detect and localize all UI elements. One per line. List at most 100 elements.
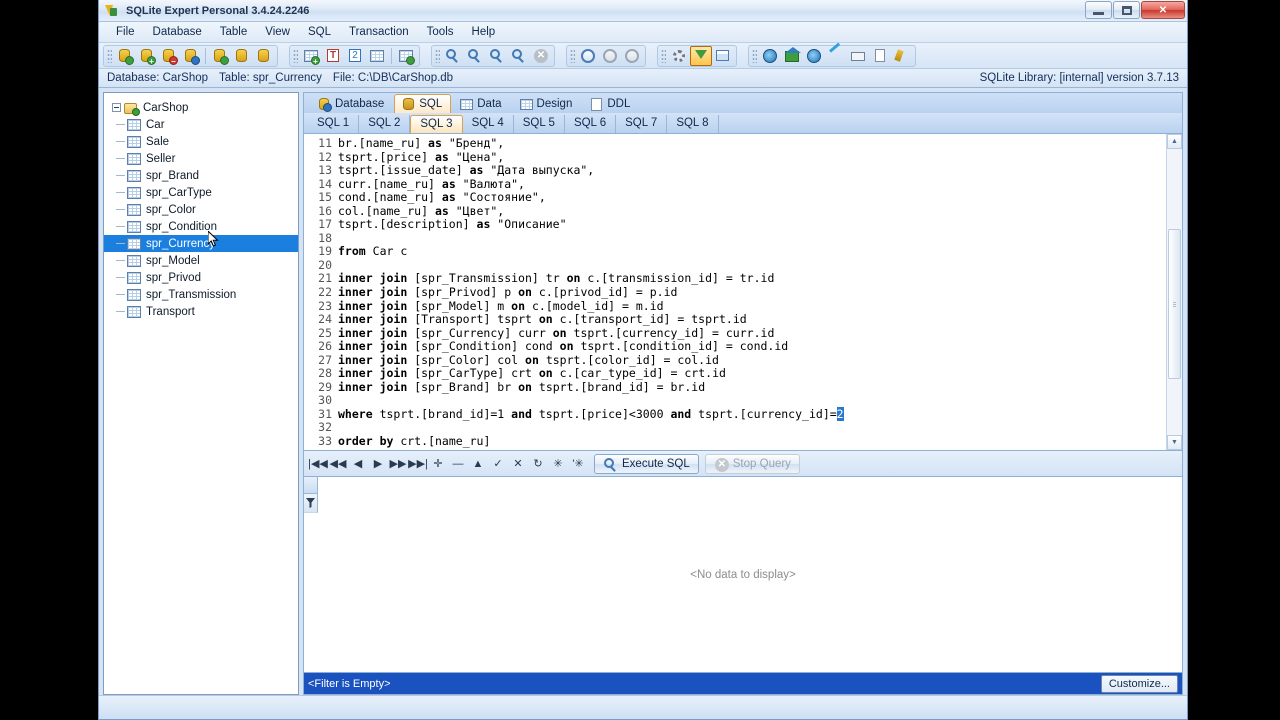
- sub-tab-sql-3[interactable]: SQL 3: [410, 115, 463, 133]
- theme-button[interactable]: [891, 46, 913, 66]
- new-trigger-button[interactable]: T: [322, 46, 344, 66]
- restore-database-button[interactable]: [253, 46, 275, 66]
- import-data-button[interactable]: [395, 46, 417, 66]
- results-column-header[interactable]: [304, 477, 318, 494]
- menu-database[interactable]: Database: [144, 24, 211, 40]
- tree-node-spr_condition[interactable]: spr_Condition: [104, 218, 298, 235]
- code-line[interactable]: 19 from Car c: [304, 245, 1166, 259]
- post-edit-button[interactable]: ✓: [488, 454, 508, 474]
- sql-editor[interactable]: 11 br.[name_ru] as "Бренд", 12 tsprt.[price…: [303, 133, 1183, 451]
- refresh-button[interactable]: ↻: [528, 454, 548, 474]
- edit-record-button[interactable]: ▲: [468, 454, 488, 474]
- menu-file[interactable]: File: [107, 24, 144, 40]
- sub-tab-sql-7[interactable]: SQL 7: [616, 115, 668, 133]
- code-line[interactable]: 32: [304, 421, 1166, 435]
- backup-database-button[interactable]: [231, 46, 253, 66]
- insert-record-button[interactable]: ✛: [428, 454, 448, 474]
- close-button[interactable]: ✕: [1141, 1, 1185, 19]
- clear-filter-button[interactable]: '✳: [568, 454, 588, 474]
- begin-transaction-button[interactable]: [577, 46, 599, 66]
- tree-node-seller[interactable]: Seller: [104, 150, 298, 167]
- minimize-button[interactable]: [1085, 1, 1112, 19]
- last-record-button[interactable]: ▶▶|: [408, 454, 428, 474]
- prior-record-button[interactable]: ◀: [348, 454, 368, 474]
- code-line[interactable]: 33 order by crt.[name_ru]: [304, 434, 1166, 449]
- cancel-operation-button[interactable]: ✕: [530, 46, 552, 66]
- results-filter-row[interactable]: [304, 494, 318, 513]
- code-line[interactable]: 30: [304, 394, 1166, 408]
- sql-code-area[interactable]: 11 br.[name_ru] as "Бренд", 12 tsprt.[price…: [304, 134, 1166, 450]
- tree-node-spr_currency[interactable]: spr_Currency: [104, 235, 298, 252]
- home-page-button[interactable]: [781, 46, 803, 66]
- object-tree-panel[interactable]: CarShop Car Sale Seller spr_Brand spr_CarTyp…: [103, 92, 299, 695]
- commit-transaction-button[interactable]: [599, 46, 621, 66]
- menu-table[interactable]: Table: [211, 24, 257, 40]
- toolbar-grip[interactable]: [293, 48, 298, 63]
- delete-record-button[interactable]: —: [448, 454, 468, 474]
- toolbar-grip[interactable]: [107, 48, 112, 63]
- tree-node-spr_brand[interactable]: spr_Brand: [104, 167, 298, 184]
- menu-view[interactable]: View: [256, 24, 299, 40]
- apply-filter-button[interactable]: ✳: [548, 454, 568, 474]
- new-view-button[interactable]: 2: [344, 46, 366, 66]
- sub-tab-sql-4[interactable]: SQL 4: [463, 115, 514, 133]
- scroll-down-arrow[interactable]: ▼: [1167, 435, 1182, 450]
- filter-toggle-button[interactable]: [690, 45, 712, 66]
- code-line[interactable]: 28 inner join [spr_CarType] crt on c.[car…: [304, 367, 1166, 381]
- code-line[interactable]: 18: [304, 231, 1166, 246]
- customize-button[interactable]: Customize...: [1100, 674, 1178, 693]
- tree-node-spr_cartype[interactable]: spr_CarType: [104, 184, 298, 201]
- tree-node-spr_privod[interactable]: spr_Privod: [104, 269, 298, 286]
- tab-sql[interactable]: SQL: [394, 94, 452, 113]
- tree-node-spr_transmission[interactable]: spr_Transmission: [104, 286, 298, 303]
- sub-tab-sql-2[interactable]: SQL 2: [359, 115, 411, 133]
- code-line[interactable]: 26 inner join [spr_Condition] cond on tsp…: [304, 339, 1166, 354]
- tab-database[interactable]: Database: [310, 94, 393, 113]
- close-database-button[interactable]: –: [158, 46, 180, 66]
- code-line[interactable]: 25 inner join [spr_Currency] curr on tspr…: [304, 326, 1166, 341]
- code-line[interactable]: 23 inner join [spr_Model] m on c.[model_i…: [304, 299, 1166, 314]
- code-line[interactable]: 16 col.[name_ru] as "Цвет",: [304, 204, 1166, 219]
- stop-query-button[interactable]: ✕ Stop Query: [704, 453, 800, 474]
- menu-transaction[interactable]: Transaction: [340, 24, 418, 40]
- tree-node-spr_color[interactable]: spr_Color: [104, 201, 298, 218]
- integrity-check-button[interactable]: [486, 46, 508, 66]
- results-filter-bar[interactable]: <Filter is Empty> Customize...: [303, 673, 1183, 695]
- results-grid[interactable]: <No data to display>: [303, 477, 1183, 673]
- collapse-icon[interactable]: [112, 103, 121, 112]
- prior-page-button[interactable]: ◀◀: [328, 454, 348, 474]
- options-button[interactable]: [668, 46, 690, 66]
- layout-button[interactable]: [712, 46, 734, 66]
- maximize-button[interactable]: [1113, 1, 1140, 19]
- sub-tab-sql-5[interactable]: SQL 5: [514, 115, 565, 133]
- code-line[interactable]: 14 curr.[name_ru] as "Валюта",: [304, 177, 1166, 192]
- first-record-button[interactable]: |◀◀: [308, 454, 328, 474]
- new-database-button[interactable]: +: [136, 46, 158, 66]
- menu-sql[interactable]: SQL: [299, 24, 340, 40]
- code-line[interactable]: 24 inner join [Transport] tsprt on c.[tra…: [304, 312, 1166, 327]
- register-button[interactable]: [825, 42, 847, 66]
- toolbar-grip[interactable]: [435, 48, 440, 63]
- new-index-button[interactable]: [366, 46, 388, 66]
- code-line[interactable]: 11 br.[name_ru] as "Бренд",: [304, 136, 1166, 151]
- help-button[interactable]: [759, 46, 781, 66]
- reindex-button[interactable]: [508, 46, 530, 66]
- code-line[interactable]: 21 inner join [spr_Transmission] tr on c.…: [304, 272, 1166, 286]
- code-line[interactable]: 29 inner join [spr_Brand] br on tsprt.[br…: [304, 380, 1166, 395]
- tab-design[interactable]: Design: [512, 94, 582, 113]
- code-line[interactable]: 12 tsprt.[price] as "Цена",: [304, 150, 1166, 165]
- attach-database-button[interactable]: [209, 46, 231, 66]
- tree-node-transport[interactable]: Transport: [104, 303, 298, 320]
- cancel-edit-button[interactable]: ✕: [508, 454, 528, 474]
- code-line[interactable]: 15 cond.[name_ru] as "Состояние",: [304, 190, 1166, 205]
- scroll-up-arrow[interactable]: ▲: [1167, 134, 1182, 149]
- about-button[interactable]: [869, 46, 891, 66]
- code-line[interactable]: 22 inner join [spr_Privod] p on c.[privod…: [304, 285, 1166, 300]
- feedback-button[interactable]: [847, 46, 869, 66]
- next-page-button[interactable]: ▶▶: [388, 454, 408, 474]
- sub-tab-sql-1[interactable]: SQL 1: [308, 115, 360, 133]
- code-line[interactable]: 20: [304, 258, 1166, 273]
- tree-node-spr_model[interactable]: spr_Model: [104, 252, 298, 269]
- tree-node-root[interactable]: CarShop: [104, 99, 298, 116]
- toolbar-grip[interactable]: [570, 48, 575, 63]
